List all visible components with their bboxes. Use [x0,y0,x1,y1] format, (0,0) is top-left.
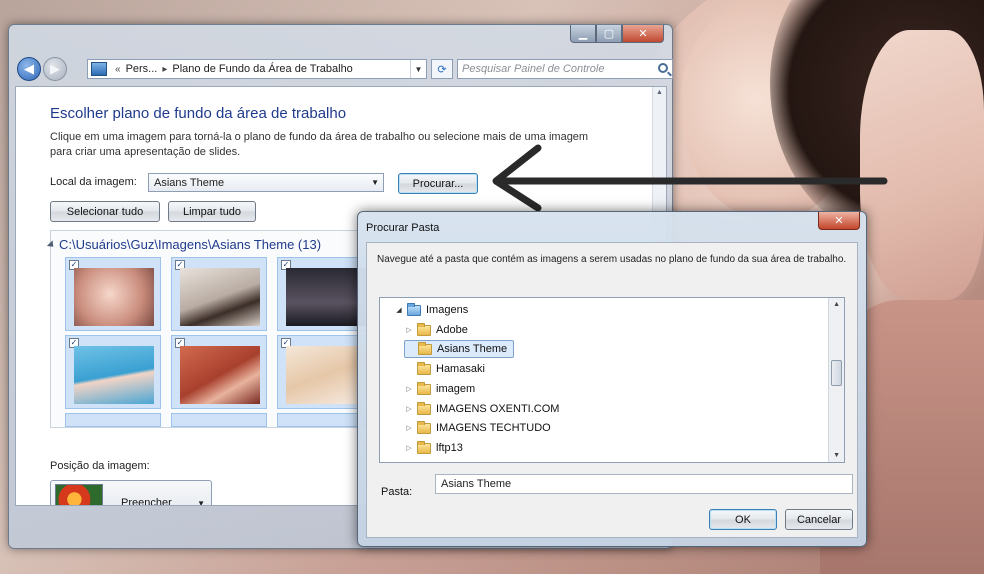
folder-icon [417,401,431,415]
expand-arrow-icon[interactable]: ▷ [404,424,414,432]
collapse-arrow-icon[interactable]: ◢ [394,306,404,314]
folder-icon [417,420,431,434]
expand-arrow-icon[interactable]: ▷ [404,385,414,393]
tree-item-imagens-oxenti[interactable]: ▷ IMAGENS OXENTI.COM [404,400,559,418]
dialog-close-button[interactable]: ✕ [818,212,860,230]
tree-item-label: Imagens [426,304,469,316]
dialog-title: Procurar Pasta [366,222,440,234]
folder-icon [417,322,431,336]
scroll-down-icon[interactable]: ▼ [833,452,840,459]
expand-arrow-icon[interactable]: ▷ [404,444,414,452]
folder-icon [417,440,431,454]
tree-item-label: Adobe [436,324,468,336]
folder-icon [417,361,431,375]
folder-tree: ◢ Imagens ▷ Adobe Asians Theme Hamasaki … [379,297,845,463]
folder-icon [418,341,432,355]
cancel-button[interactable]: Cancelar [785,509,853,530]
expand-arrow-icon[interactable]: ▷ [404,405,414,413]
dialog-description: Navegue até a pasta que contém as imagen… [377,254,847,265]
tree-item-hamasaki[interactable]: Hamasaki [404,360,485,378]
folder-input-value: Asians Theme [441,478,512,490]
tree-item-label: Asians Theme [437,343,508,355]
dialog-body: Navegue até a pasta que contém as imagen… [366,242,858,538]
folder-icon [417,381,431,395]
tree-item-label: IMAGENS TECHTUDO [436,422,551,434]
tree-item-label: Hamasaki [436,363,485,375]
scrollbar-thumb[interactable] [831,360,842,386]
folder-label: Pasta: [381,486,413,498]
ok-button[interactable]: OK [709,509,777,530]
tree-item-imagens-techtudo[interactable]: ▷ IMAGENS TECHTUDO [404,419,551,437]
folder-input[interactable]: Asians Theme [435,474,853,494]
tree-item-label: lftp13 [436,442,463,454]
tree-item-label: imagem [436,383,476,395]
tree-item-label: IMAGENS OXENTI.COM [436,403,560,415]
expand-arrow-icon[interactable]: ▷ [404,326,414,334]
browse-folder-dialog: Procurar Pasta ✕ Navegue até a pasta que… [357,211,867,547]
tree-item-lftp13[interactable]: ▷ lftp13 [404,439,463,457]
library-folder-icon [407,302,421,316]
tree-scrollbar[interactable]: ▲ ▼ [828,298,844,462]
tree-item-asians-theme[interactable]: Asians Theme [404,340,515,358]
tree-item-imagem[interactable]: ▷ imagem [404,380,475,398]
scroll-up-icon[interactable]: ▲ [833,301,840,308]
tree-item-adobe[interactable]: ▷ Adobe [404,321,468,339]
tree-item-imagens[interactable]: ◢ Imagens [394,301,468,319]
